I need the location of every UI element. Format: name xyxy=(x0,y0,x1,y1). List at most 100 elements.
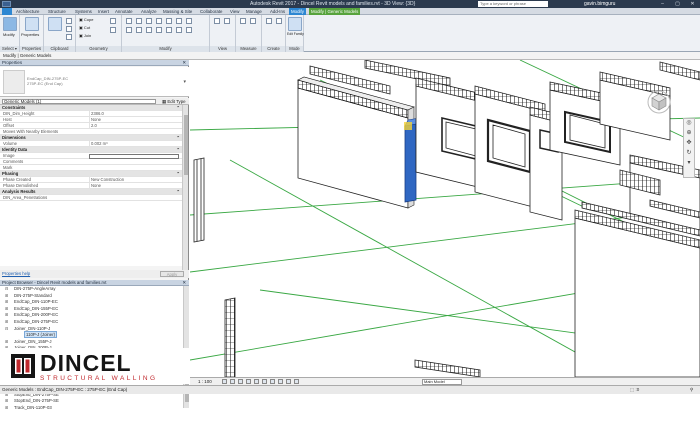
maximize-button[interactable]: ▢ xyxy=(670,0,685,8)
properties-scrollbar[interactable] xyxy=(182,105,188,270)
cut-tool[interactable]: ▣ Cut xyxy=(79,25,90,30)
tree-expand-icon[interactable]: ⊟ xyxy=(5,326,8,333)
close-button[interactable]: ✕ xyxy=(685,0,700,8)
tab-view[interactable]: View xyxy=(228,8,241,15)
view-scale[interactable]: 1 : 100 xyxy=(198,378,212,385)
copy-element-icon[interactable] xyxy=(136,27,142,33)
tree-expand-icon[interactable]: ⊞ xyxy=(5,405,8,412)
model-canvas[interactable] xyxy=(190,60,700,377)
file-tab[interactable] xyxy=(2,8,12,15)
create-group-icon[interactable] xyxy=(266,18,272,24)
tree-item[interactable]: ⊞ DIN-275P-Standard xyxy=(0,293,181,300)
tab-collaborate[interactable]: Collaborate xyxy=(198,8,224,15)
tree-expand-icon[interactable]: ⊞ xyxy=(5,319,8,326)
zoom-icon[interactable]: ⊕ xyxy=(684,129,694,139)
property-row[interactable]: DIN_Area_Penetrations xyxy=(0,195,183,201)
search-input[interactable]: Type a keyword or phrase xyxy=(478,1,548,7)
tab-insert[interactable]: Insert xyxy=(96,8,111,15)
tree-item[interactable]: ⊟ DIN-275P-AngleArray xyxy=(0,286,181,293)
move-icon[interactable] xyxy=(126,27,132,33)
lock-view-icon[interactable] xyxy=(278,379,283,384)
crop-view-icon[interactable] xyxy=(262,379,267,384)
show-crop-icon[interactable] xyxy=(270,379,275,384)
render-icon[interactable] xyxy=(254,379,259,384)
array-icon[interactable] xyxy=(166,27,172,33)
mirror-icon[interactable] xyxy=(146,18,152,24)
dimension-icon[interactable] xyxy=(250,18,256,24)
tree-item[interactable]: ⊞ Joiner_DIN_155P-J xyxy=(0,339,181,346)
paste-button[interactable] xyxy=(48,17,62,31)
user-name[interactable]: gavin.bimguru xyxy=(584,1,615,7)
join-tool[interactable]: ▣ Join xyxy=(79,33,91,38)
tree-expand-icon[interactable]: ⊟ xyxy=(5,286,8,293)
cut-icon[interactable] xyxy=(66,18,72,24)
edit-type-button[interactable]: ▦ Edit Type xyxy=(162,98,186,105)
tree-expand-icon[interactable]: ⊞ xyxy=(5,299,8,306)
nav-menu-icon[interactable]: ▾ xyxy=(684,159,694,169)
override-graphics-icon[interactable] xyxy=(224,18,230,24)
rotate-icon[interactable] xyxy=(146,27,152,33)
cope-tool[interactable]: ▣ Cope xyxy=(79,17,93,22)
tree-item[interactable]: ⊞ EndCap_DIN-110P-EC xyxy=(0,299,181,306)
properties-help-link[interactable]: Properties help xyxy=(2,270,30,278)
minimize-button[interactable]: – xyxy=(655,0,670,8)
shadows-icon[interactable] xyxy=(246,379,251,384)
tree-expand-icon[interactable]: ⊞ xyxy=(5,398,8,405)
measure-icon[interactable] xyxy=(240,18,246,24)
tab-modify[interactable]: Modify xyxy=(289,8,306,15)
align-icon[interactable] xyxy=(126,18,132,24)
tab-modify-generic-models[interactable]: Modify | Generic Models xyxy=(309,8,361,15)
sun-path-icon[interactable] xyxy=(238,379,243,384)
tree-expand-icon[interactable]: ⊞ xyxy=(5,306,8,313)
split-face-icon[interactable] xyxy=(110,18,116,24)
offset-icon[interactable] xyxy=(136,18,142,24)
reveal-hidden-icon[interactable] xyxy=(294,379,299,384)
type-selector[interactable]: EndCap_DIN-275P-EC 275P-EC (End Cap) ▾ xyxy=(0,67,189,97)
properties-scroll-thumb[interactable] xyxy=(184,115,188,175)
tab-structure[interactable]: Structure xyxy=(46,8,68,15)
tree-expand-icon[interactable]: ⊞ xyxy=(5,312,8,319)
hide-icon[interactable] xyxy=(214,18,220,24)
3d-viewport[interactable] xyxy=(190,60,700,377)
detail-level-icon[interactable] xyxy=(222,379,227,384)
tree-item[interactable]: ⊞ EndCap_DIN-275P-EC xyxy=(0,319,181,326)
view-cube-icon[interactable] xyxy=(646,88,672,114)
property-value[interactable] xyxy=(89,153,179,159)
tree-item[interactable]: 110P-J (Joiner) xyxy=(0,331,181,339)
tree-expand-icon[interactable]: ⊞ xyxy=(5,293,8,300)
match-properties-icon[interactable] xyxy=(66,34,72,40)
mirror-draw-icon[interactable] xyxy=(156,18,162,24)
paint-icon[interactable] xyxy=(110,27,116,33)
tab-architecture[interactable]: Architecture xyxy=(14,8,41,15)
filter-icon[interactable]: ⚲ xyxy=(690,386,693,394)
temp-hide-icon[interactable] xyxy=(286,379,291,384)
pin-icon[interactable] xyxy=(176,27,182,33)
tree-expand-icon[interactable]: ⊞ xyxy=(5,339,8,346)
apply-button[interactable]: Apply xyxy=(160,271,184,277)
tree-item[interactable]: ⊞ Track_DIN-110P-03 xyxy=(0,405,181,412)
tree-item[interactable]: ⊞ EndCap_DIN-200P-EC xyxy=(0,312,181,319)
split-icon[interactable] xyxy=(166,18,172,24)
tab-systems[interactable]: Systems xyxy=(73,8,94,15)
instance-filter-select[interactable]: Generic Models (1) xyxy=(2,99,156,104)
orbit-icon[interactable]: ↻ xyxy=(684,149,694,159)
pan-icon[interactable]: ✥ xyxy=(684,139,694,149)
properties-close-icon[interactable]: ✕ xyxy=(182,60,186,66)
edit-family-button[interactable] xyxy=(288,17,302,31)
create-similar-icon[interactable] xyxy=(276,18,282,24)
chevron-down-icon[interactable]: ▾ xyxy=(183,79,186,85)
visual-style-icon[interactable] xyxy=(230,379,235,384)
revit-app-icon[interactable] xyxy=(2,1,11,7)
tree-item[interactable]: ⊞ StopEnd_DIN-275P-SE xyxy=(0,398,181,405)
delete-icon[interactable] xyxy=(186,27,192,33)
tree-item[interactable]: ⊞ EndCap_DIN-155P-EC xyxy=(0,306,181,313)
tab-analyze[interactable]: Analyze xyxy=(139,8,159,15)
copy-icon[interactable] xyxy=(66,26,72,32)
steering-wheel-icon[interactable]: ◎ xyxy=(684,119,694,129)
scale-icon[interactable] xyxy=(176,18,182,24)
tab-annotate[interactable]: Annotate xyxy=(113,8,135,15)
modify-tool-button[interactable] xyxy=(3,17,17,31)
properties-button[interactable] xyxy=(25,17,39,31)
unpin-icon[interactable] xyxy=(186,18,192,24)
tab-massing-site[interactable]: Massing & Site xyxy=(161,8,194,15)
